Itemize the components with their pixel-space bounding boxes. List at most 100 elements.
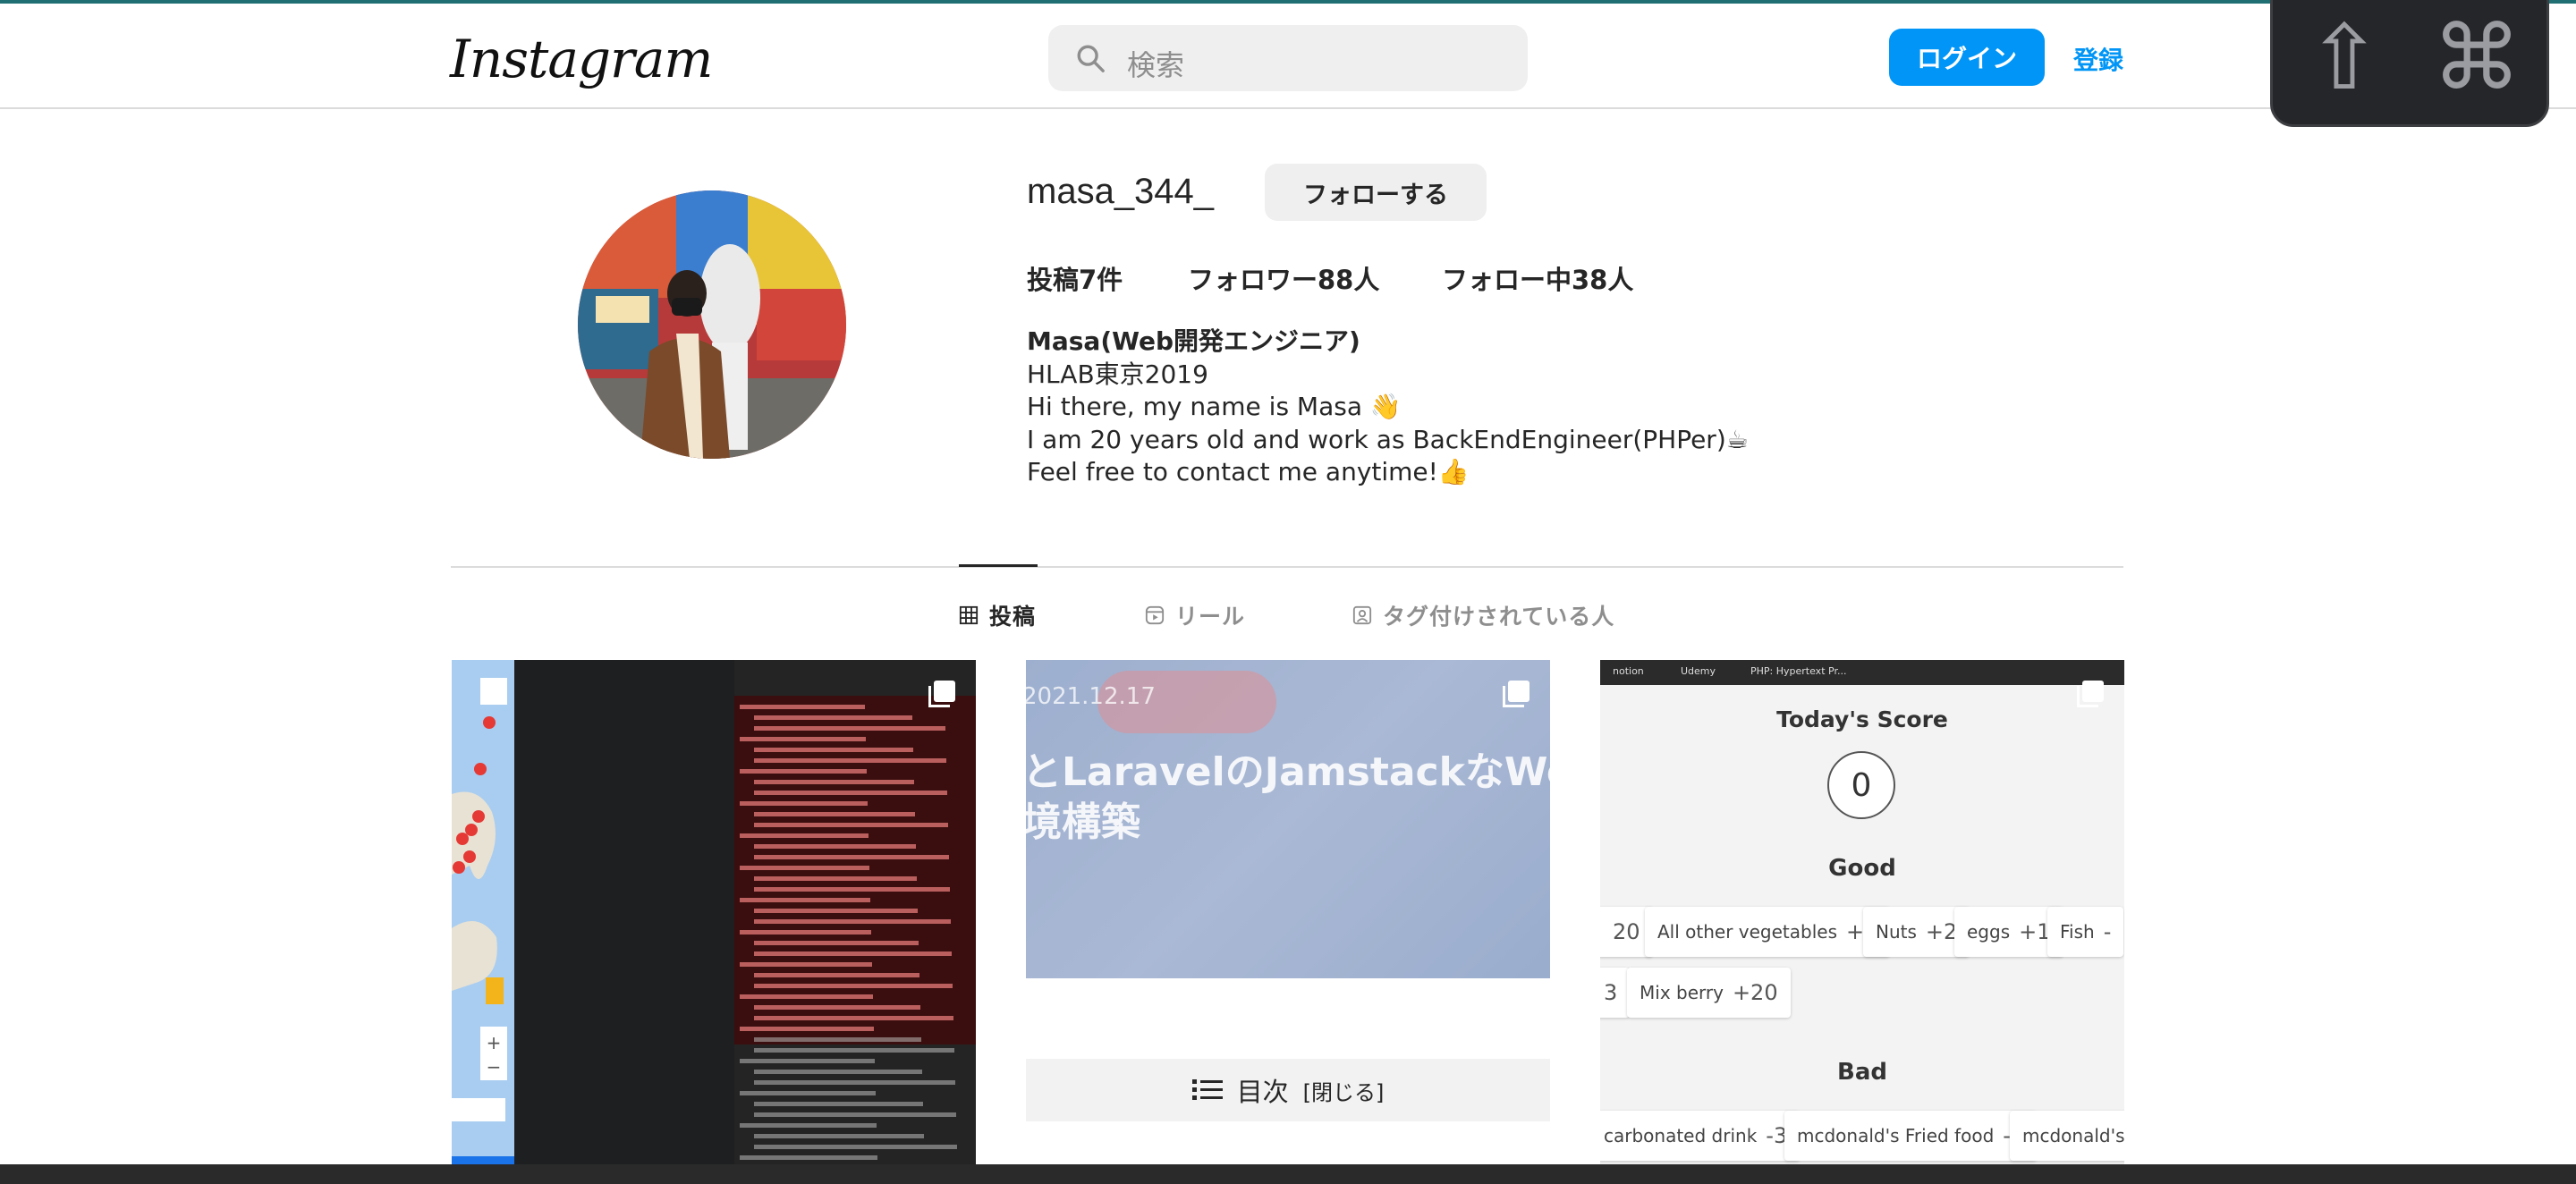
- post-title-line: 境構築: [1026, 799, 1140, 845]
- chip-label: All other vegetables: [1657, 921, 1838, 943]
- follow-button[interactable]: フォローする: [1265, 164, 1487, 221]
- console-line: [740, 898, 870, 902]
- console-line: [740, 1027, 874, 1031]
- bio-line: I am 20 years old and work as BackEndEng…: [1027, 424, 1749, 454]
- active-tab-indicator: [959, 564, 1038, 567]
- signup-link[interactable]: 登録: [2073, 41, 2123, 77]
- bad-chip: mcdonald's Fried food -5: [1784, 1111, 2038, 1161]
- profile-avatar: [578, 190, 846, 459]
- console-line: [754, 1070, 922, 1074]
- console-line: [754, 973, 919, 977]
- console-line: [754, 1134, 924, 1138]
- console-line: [754, 758, 946, 763]
- console-line: [740, 930, 871, 935]
- chip-label: eggs: [1967, 921, 2011, 943]
- chip-label: Mix berry: [1640, 982, 1724, 1003]
- instagram-logo[interactable]: Instagram: [450, 29, 713, 89]
- multiple-posts-icon: [928, 681, 955, 707]
- keystroke-overlay: ⇧ ⌘: [2270, 0, 2549, 127]
- chip-label: Nuts: [1876, 921, 1917, 943]
- post-thumbnail[interactable]: 2021.12.17 とLaravelのJamstackなWeb 境構築 目次 …: [1026, 660, 1550, 1184]
- console-line: [740, 1123, 877, 1128]
- post-title-line: とLaravelのJamstackなWeb: [1026, 749, 1550, 795]
- svg-text:+: +: [487, 1032, 502, 1053]
- search-box[interactable]: 検索: [1048, 25, 1528, 91]
- app-preview-dark: [514, 660, 734, 1184]
- table-of-contents-bar[interactable]: 目次 [閉じる]: [1026, 1059, 1550, 1121]
- map-panel: + −: [452, 660, 514, 1184]
- post-thumbnail[interactable]: notion Udemy PHP: Hypertext Pr... Today'…: [1600, 660, 2124, 1184]
- chip-value: +20: [1732, 980, 1778, 1005]
- toc-close-link[interactable]: [閉じる]: [1303, 1075, 1385, 1106]
- browser-bookmark-bar: notion Udemy PHP: Hypertext Pr...: [1600, 660, 2124, 685]
- chip-label: mcdonald's n: [2022, 1125, 2124, 1146]
- good-heading: Good: [1828, 855, 1896, 882]
- grid-icon: [959, 605, 979, 625]
- top-navigation: Instagram 検索 ログイン 登録: [0, 4, 2576, 109]
- bad-chip: mcdonald's n: [2010, 1111, 2124, 1161]
- console-line: [754, 1112, 956, 1117]
- score-value: 0: [1827, 751, 1895, 819]
- chip-value: +2: [1925, 919, 1958, 944]
- bio-line: HLAB東京2019: [1027, 359, 1208, 389]
- console-line: [740, 962, 872, 967]
- console-line: [754, 1048, 954, 1053]
- good-chip: All other vegetables +5: [1645, 907, 1891, 957]
- search-icon: [1077, 45, 1105, 72]
- posts-count: 投稿7件: [1027, 265, 1123, 295]
- login-button[interactable]: ログイン: [1889, 29, 2045, 86]
- console-line: [740, 1155, 877, 1160]
- console-line: [754, 941, 919, 945]
- chip-label: Fish: [2060, 921, 2095, 943]
- followers-count[interactable]: フォロワー88人: [1188, 259, 1379, 297]
- console-line: [754, 748, 913, 752]
- console-line: [754, 715, 912, 720]
- bio-line: Hi there, my name is Masa 👋: [1027, 392, 1402, 421]
- chip-label: mcdonald's Fried food: [1797, 1125, 1995, 1146]
- console-line: [740, 1091, 876, 1095]
- console-line: [740, 833, 869, 838]
- good-chip: 3: [1600, 968, 1631, 1018]
- tab-reels[interactable]: リール: [1145, 599, 1245, 631]
- search-input[interactable]: 検索: [1127, 43, 1184, 84]
- console-line: [754, 1145, 957, 1149]
- console-line: [754, 844, 916, 849]
- console-line: [754, 909, 918, 913]
- chip-label: carbonated drink: [1604, 1125, 1758, 1146]
- list-icon: [1191, 1079, 1223, 1100]
- tagged-icon: [1352, 605, 1372, 625]
- console-line: [754, 919, 951, 924]
- console-line: [740, 705, 865, 709]
- chip-value: 3: [1604, 980, 1618, 1005]
- tab-posts-label: 投稿: [989, 604, 1037, 630]
- console-line: [740, 769, 867, 774]
- console-line: [754, 887, 950, 892]
- bookmark-item: PHP: Hypertext Pr...: [1750, 665, 1847, 677]
- console-line: [754, 951, 952, 956]
- tab-reels-label: リール: [1175, 604, 1246, 630]
- tabs-divider: [451, 566, 2123, 568]
- bottom-dock-strip: [0, 1164, 2576, 1184]
- console-line: [754, 1102, 923, 1106]
- console-line: [740, 866, 869, 870]
- following-count[interactable]: フォロー中38人: [1442, 259, 1633, 297]
- tab-posts[interactable]: 投稿: [959, 599, 1036, 631]
- console-line: [754, 855, 949, 859]
- console-line: [754, 1037, 921, 1042]
- profile-bio: Masa(Web開発エンジニア) HLAB東京2019 Hi there, my…: [1027, 326, 1749, 489]
- console-line: [754, 791, 947, 795]
- good-chip: Fish -: [2047, 907, 2124, 957]
- tab-tagged[interactable]: タグ付けされている人: [1352, 599, 1614, 631]
- post-thumbnail[interactable]: + −: [452, 660, 976, 1184]
- console-line: [754, 1080, 955, 1085]
- console-line: [740, 994, 873, 999]
- console-line: [754, 876, 917, 881]
- good-chip: Mix berry +20: [1627, 968, 1791, 1018]
- command-key-icon: ⌘: [2432, 5, 2521, 110]
- console-line: [754, 726, 945, 731]
- post-date-text: 2021.12.17: [1026, 683, 1156, 710]
- toc-label: 目次: [1236, 1077, 1289, 1107]
- bookmark-item: notion: [1613, 665, 1644, 677]
- console-line: [754, 1016, 953, 1020]
- console-line: [740, 737, 866, 741]
